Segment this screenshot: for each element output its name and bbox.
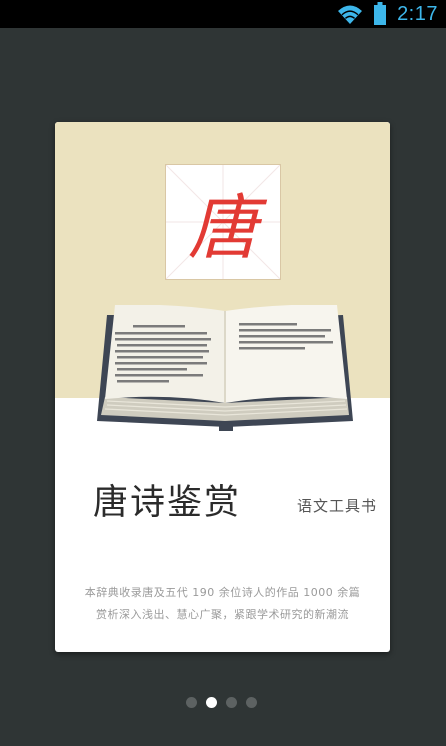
page-dot-4[interactable] [246, 696, 257, 708]
page-dot-2[interactable] [206, 696, 217, 708]
page-indicator [186, 695, 266, 709]
open-book-icon [97, 305, 353, 431]
page-dot-1[interactable] [186, 696, 197, 708]
wifi-icon [337, 3, 363, 25]
seal-box: 唐 [165, 164, 281, 280]
battery-icon [373, 2, 387, 26]
app-title: 唐诗鉴赏 [93, 483, 242, 523]
status-bar: 2:17 [0, 0, 446, 28]
app-subtitle: 语文工具书 [297, 497, 378, 515]
status-clock: 2:17 [397, 2, 438, 25]
status-icons: 2:17 [337, 0, 438, 28]
title-row: 唐诗鉴赏 语文工具书 [91, 474, 390, 524]
description-line-2: 赏析深入浅出、慧心广聚，紧跟学术研究的新潮流 [96, 608, 349, 621]
description-line-1: 本辞典收录唐及五代 190 余位诗人的作品 1000 余篇 [84, 586, 361, 599]
splash-card: 唐 唐诗鉴赏 语文工具书 本辞典收录唐及五代 190 余位诗人的作品 1000 … [55, 122, 390, 652]
seal-character: 唐 [188, 186, 258, 269]
page-dot-3[interactable] [226, 696, 237, 708]
